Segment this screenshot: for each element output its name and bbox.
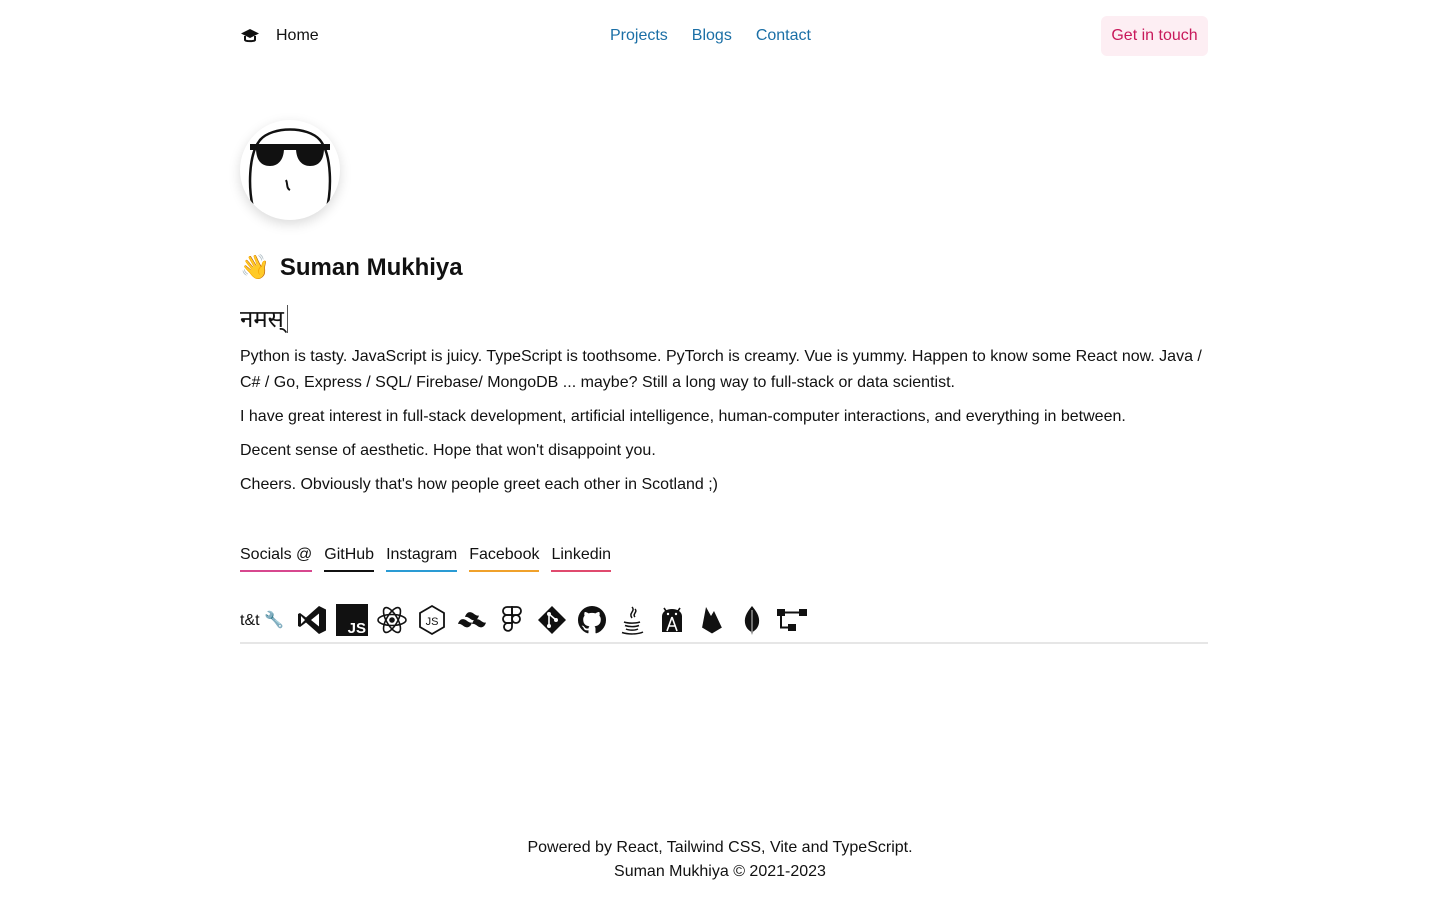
footer: Powered by React, Tailwind CSS, Vite and… [0, 836, 1440, 884]
nav-link-contact[interactable]: Contact [756, 27, 811, 45]
home-link[interactable]: Home [240, 16, 319, 56]
bio-paragraph: I have great interest in full-stack deve… [240, 408, 1126, 425]
socials-label: Socials @ [240, 546, 313, 572]
social-link-instagram[interactable]: Instagram [386, 546, 458, 572]
sourcetree-icon [776, 604, 808, 636]
svg-text:JS: JS [348, 620, 366, 636]
typing-cursor [286, 304, 288, 333]
java-icon [616, 604, 648, 636]
tools-label: t&t 🔧 [240, 612, 284, 629]
social-link-linkedin[interactable]: Linkedin [551, 546, 612, 572]
nav-link-blogs[interactable]: Blogs [692, 27, 732, 45]
tools-row: t&t 🔧 JS JS [240, 598, 1208, 644]
typing-greeting: नमस् [240, 302, 288, 335]
figma-icon [496, 604, 528, 636]
social-link-facebook[interactable]: Facebook [469, 546, 540, 572]
tailwind-icon [456, 604, 488, 636]
socials-row: Socials @ GitHub Instagram Facebook Link… [240, 546, 612, 578]
bio-paragraph: Decent sense of aesthetic. Hope that won… [240, 442, 656, 459]
avatar [240, 120, 340, 220]
nodejs-icon: JS [416, 604, 448, 636]
bio-paragraph: Cheers. Obviously that's how people gree… [240, 476, 718, 493]
waving-hand-icon: 👋 [240, 254, 270, 281]
footer-powered-by: Powered by React, Tailwind CSS, Vite and… [527, 839, 913, 856]
home-label: Home [276, 27, 319, 44]
top-nav: Home Projects Blogs Contact Get in touch [240, 16, 1208, 56]
vscode-icon [296, 604, 328, 636]
android-studio-icon [656, 604, 688, 636]
github-icon [576, 604, 608, 636]
svg-text:JS: JS [426, 616, 439, 628]
name-heading: 👋 Suman Mukhiya [240, 250, 463, 286]
nav-links: Projects Blogs Contact [610, 16, 811, 56]
page: Home Projects Blogs Contact Get in touch… [0, 0, 1440, 900]
mongodb-icon [736, 604, 768, 636]
profile-name: Suman Mukhiya [279, 254, 463, 281]
bio: Python is tasty. JavaScript is juicy. Ty… [240, 344, 1210, 506]
greeting-text: नमस् [240, 305, 284, 333]
get-in-touch-button[interactable]: Get in touch [1101, 16, 1208, 56]
graduation-cap-icon [240, 26, 260, 46]
bio-paragraph: Python is tasty. JavaScript is juicy. Ty… [240, 348, 1202, 391]
firebase-icon [696, 604, 728, 636]
footer-copyright: Suman Mukhiya © 2021-2023 [614, 863, 826, 880]
git-icon [536, 604, 568, 636]
react-icon [376, 604, 408, 636]
javascript-icon: JS [335, 604, 368, 636]
nav-link-projects[interactable]: Projects [610, 27, 668, 45]
social-link-github[interactable]: GitHub [324, 546, 375, 572]
